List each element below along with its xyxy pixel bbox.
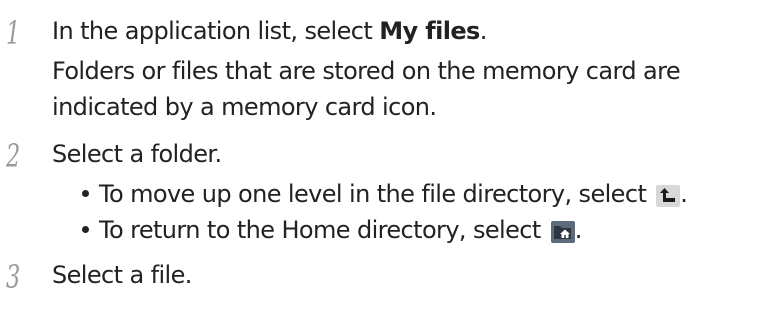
bullet-dot [82,189,89,197]
home-directory-icon [550,218,575,243]
bullet-text: To move up one level in the file directo… [99,180,654,208]
step-3-text: Select a file. [52,261,192,289]
bullet-up-level: To move up one level in the file directo… [82,177,688,211]
step-1-line-1: In the application list, select My files… [52,14,487,48]
step-1-text: In the application list, select [52,17,380,45]
step-1-line-3: indicated by a memory card icon. [52,93,437,121]
step-number: 1 [6,14,20,52]
my-files-label: My files [379,17,480,45]
bullet-text: To return to the Home directory, select [99,216,548,244]
bullet-period: . [574,216,583,244]
up-level-icon [656,182,681,207]
bullet-home-directory: To return to the Home directory, select … [82,213,582,247]
step-1-period: . [479,17,488,45]
step-number: 2 [6,137,20,175]
bullet-dot [82,225,89,233]
step-1-line-2: Folders or files that are stored on the … [52,57,681,85]
instruction-document: 1 In the application list, select My fil… [0,0,769,314]
step-2-text: Select a folder. [52,140,222,168]
bullet-period: . [680,180,688,208]
step-number: 3 [6,258,20,296]
